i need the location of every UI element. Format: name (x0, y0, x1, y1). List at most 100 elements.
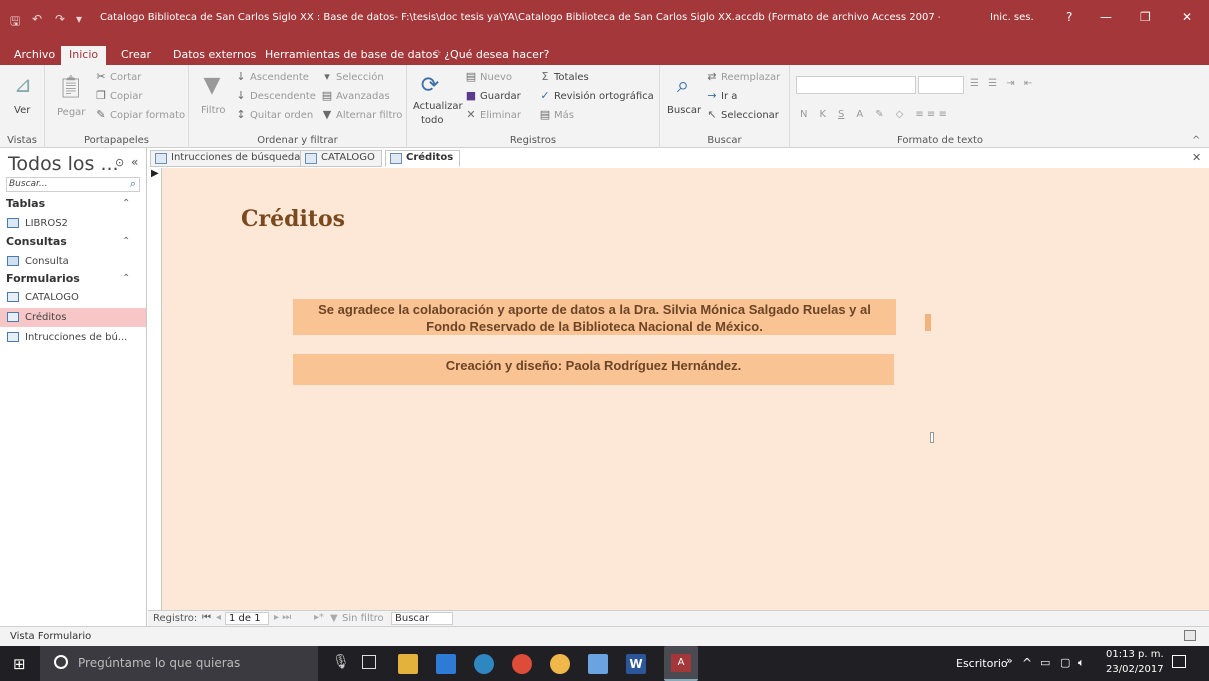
filter-status[interactable]: Sin filtro (342, 613, 384, 624)
bold-button[interactable]: N (800, 109, 807, 120)
ascendente-button[interactable]: ↓ Ascendente (235, 71, 309, 83)
nav-item-consulta[interactable]: Consulta (0, 252, 146, 271)
tray-expand-icon[interactable]: ^ (1022, 656, 1032, 670)
file-explorer-icon[interactable] (398, 654, 418, 674)
nav-menu-icon[interactable]: ⊙ (115, 156, 124, 169)
new-record-nav-icon[interactable]: ▸* (314, 612, 324, 623)
chrome-icon[interactable] (512, 654, 532, 674)
first-record-icon[interactable]: ⏮ (202, 612, 211, 623)
tab-herramientas[interactable]: Herramientas de base de datos (257, 46, 446, 65)
nuevo-button[interactable]: ▤ Nuevo (465, 71, 512, 83)
record-selector[interactable]: ▶ (148, 168, 162, 610)
redo-icon[interactable]: ↷ (55, 12, 65, 26)
battery-icon[interactable]: ▭ (1040, 656, 1050, 669)
small-control[interactable] (925, 314, 931, 331)
buscar-button[interactable]: Buscar (667, 105, 701, 116)
totales-button[interactable]: Σ Totales (539, 71, 589, 83)
nav-item-catalogo[interactable]: CATALOGO (0, 288, 146, 307)
tab-inicio[interactable]: Inicio (61, 46, 107, 66)
clock-date[interactable]: 23/02/2017 (1106, 664, 1164, 675)
nav-group-consultas[interactable]: Consultas (6, 235, 67, 248)
actualizar-button[interactable]: Actualizar (413, 101, 463, 112)
undo-icon[interactable]: ↶ (32, 12, 42, 26)
chevron-right-icon[interactable]: » (1006, 654, 1013, 667)
app-icon[interactable] (550, 654, 570, 674)
collapse-group-icon[interactable]: ⌃ (122, 273, 130, 284)
mas-button[interactable]: ▤ Más (539, 109, 574, 121)
quitar-orden-button[interactable]: ↕ Quitar orden (235, 109, 313, 121)
volume-icon[interactable]: 🔈︎ (1078, 656, 1085, 670)
avanzadas-button[interactable]: ▤ Avanzadas (321, 90, 390, 102)
notes-app-icon[interactable] (436, 654, 456, 674)
windows-start-icon[interactable]: ⊞ (13, 655, 26, 673)
copiar-formato-button[interactable]: ✎ Copiar formato (95, 109, 185, 121)
nav-item-libros2[interactable]: LIBROS2 (0, 214, 146, 233)
doc-tab-instrucciones[interactable]: Intrucciones de búsqueda (150, 150, 308, 167)
save-icon[interactable]: 🖫 (10, 12, 20, 33)
collapse-group-icon[interactable]: ⌃ (122, 198, 130, 209)
underline-button[interactable]: S (838, 109, 844, 120)
descendente-button[interactable]: ↓ Descendente (235, 90, 316, 102)
word-icon[interactable]: W (626, 654, 646, 674)
list-buttons[interactable]: ☰ ☰ ⇥ ⇤ (970, 78, 1035, 89)
fill-color-icon[interactable]: ◇ (896, 109, 904, 120)
task-view-icon[interactable] (362, 655, 376, 669)
notifications-icon[interactable] (1172, 655, 1186, 668)
cortana-search-box[interactable]: Pregúntame lo que quieras (40, 646, 318, 681)
close-tab-icon[interactable]: ✕ (1192, 151, 1201, 164)
collapse-nav-icon[interactable]: « (131, 155, 138, 169)
clock-time[interactable]: 01:13 p. m. (1106, 649, 1164, 660)
small-control[interactable] (930, 432, 934, 443)
doc-tab-catalogo[interactable]: CATALOGO (300, 150, 382, 167)
alternar-filtro-button[interactable]: ▼ Alternar filtro (321, 109, 403, 121)
highlight-icon[interactable]: ✎ (875, 109, 883, 120)
network-icon[interactable]: ▢ (1060, 656, 1070, 669)
tab-archivo[interactable]: Archivo (6, 46, 63, 65)
font-size-combo[interactable] (918, 76, 964, 94)
customize-qat-icon[interactable]: ▾ (76, 12, 82, 26)
seleccionar-button[interactable]: ↖ Seleccionar (706, 109, 779, 121)
collapse-ribbon-icon[interactable]: ^ (1192, 135, 1200, 146)
guardar-button[interactable]: ■ Guardar (465, 90, 521, 102)
revision-button[interactable]: ✓ Revisión ortográfica (539, 90, 653, 102)
nav-item-instrucciones[interactable]: Intrucciones de bú... (0, 328, 146, 347)
nav-item-creditos[interactable]: Créditos (0, 308, 146, 327)
microphone-icon[interactable]: 🎙︎ (332, 654, 350, 670)
collapse-group-icon[interactable]: ⌃ (122, 236, 130, 247)
tab-datos-externos[interactable]: Datos externos (165, 46, 264, 65)
tell-me-box[interactable]: 💡︎ ¿Qué desea hacer? (425, 46, 557, 65)
marc-app-icon[interactable] (588, 654, 608, 674)
align-buttons[interactable]: ≡ ≡ ≡ (915, 109, 947, 120)
access-taskbar-item[interactable]: A (664, 646, 698, 681)
nav-group-tablas[interactable]: Tablas (6, 197, 45, 210)
form-view-icon[interactable] (1184, 630, 1196, 641)
seleccion-button[interactable]: ▾ Selección (321, 71, 383, 83)
browser-icon[interactable] (474, 654, 494, 674)
prev-record-icon[interactable]: ◂ (216, 612, 221, 623)
record-search-field[interactable]: Buscar (391, 612, 453, 625)
pegar-button[interactable]: Pegar (57, 107, 85, 118)
reemplazar-button[interactable]: ⇄ Reemplazar (706, 71, 780, 83)
ver-button[interactable]: Ver (14, 105, 30, 116)
nav-group-formularios[interactable]: Formularios (6, 272, 80, 285)
next-record-icon[interactable]: ▸ ⏭ (274, 612, 291, 623)
filtro-button[interactable]: Filtro (201, 105, 226, 116)
eliminar-button[interactable]: ✕ Eliminar (465, 109, 521, 121)
cortar-button[interactable]: ✂ Cortar (95, 71, 141, 83)
italic-button[interactable]: K (819, 109, 826, 120)
help-button[interactable]: ? (1066, 10, 1072, 24)
record-position-field[interactable]: 1 de 1 (225, 612, 269, 625)
doc-tab-creditos[interactable]: Créditos (385, 150, 461, 167)
font-color-icon[interactable]: A (856, 109, 863, 120)
tab-crear[interactable]: Crear (113, 46, 159, 65)
nav-search-field[interactable]: Buscar... ⌕ (6, 177, 140, 192)
close-button[interactable]: ✕ (1182, 10, 1192, 24)
copiar-button[interactable]: ❐ Copiar (95, 90, 142, 102)
actualizar-todo-label[interactable]: todo (421, 115, 444, 126)
desktop-toolbar[interactable]: Escritorio (956, 657, 1008, 670)
font-name-combo[interactable] (796, 76, 916, 94)
ir-a-button[interactable]: → Ir a (706, 90, 737, 102)
nav-pane-title[interactable]: Todos los ... (8, 153, 119, 175)
sign-in-link[interactable]: Inic. ses. (990, 12, 1034, 23)
minimize-button[interactable]: — (1100, 10, 1112, 24)
